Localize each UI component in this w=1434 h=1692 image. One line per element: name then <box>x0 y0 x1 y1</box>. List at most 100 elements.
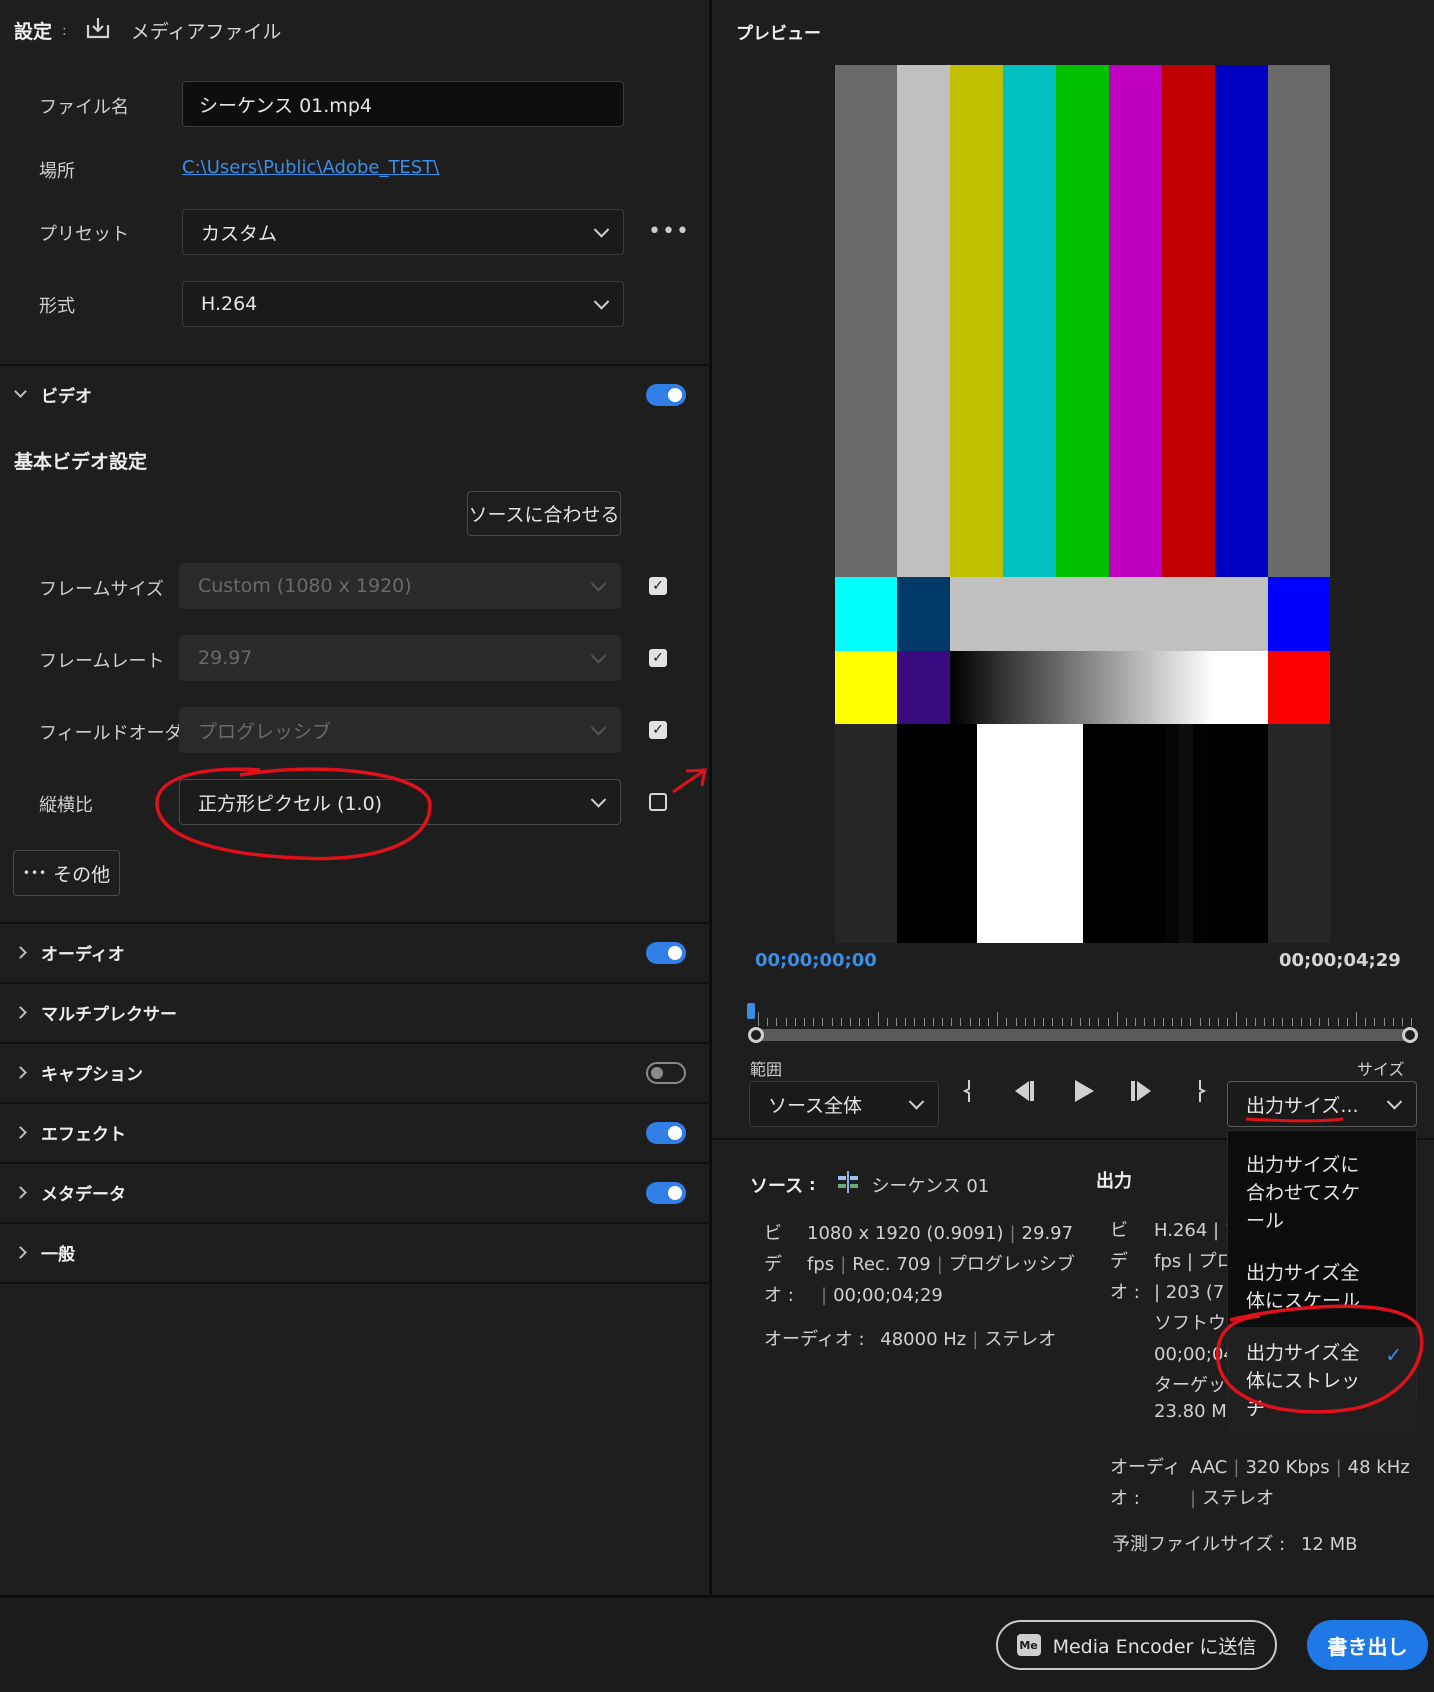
export-button[interactable]: 書き出し <box>1307 1620 1428 1670</box>
ruler-tick <box>1144 1018 1146 1026</box>
output-audio-label-1: オーディ <box>1110 1457 1181 1478</box>
frame-size-select[interactable]: Custom (1080 x 1920) <box>179 563 621 609</box>
format-select[interactable]: H.264 <box>182 281 624 327</box>
playhead[interactable] <box>747 1003 755 1019</box>
output-line-4: ソフトウェ <box>1154 1313 1236 1334</box>
chevron-down-icon <box>590 720 607 736</box>
ruler-tick <box>988 1018 989 1026</box>
section-video[interactable]: ビデオ <box>14 382 686 407</box>
set-in-icon[interactable] <box>960 1077 974 1110</box>
timeline-ruler[interactable] <box>750 1000 1420 1026</box>
filename-label: ファイル名 <box>39 97 129 118</box>
ruler-tick <box>1411 1018 1413 1026</box>
send-to-media-encoder-button[interactable]: Me Media Encoder に送信 <box>996 1620 1277 1670</box>
range-select[interactable]: ソース全体 <box>749 1081 939 1127</box>
separator: | <box>936 1254 943 1275</box>
aspect-label: 縦横比 <box>39 795 93 816</box>
play-icon[interactable] <box>1071 1077 1097 1110</box>
section-metadata[interactable]: メタデータ <box>14 1180 686 1205</box>
output-line-2: fps | プロ <box>1154 1251 1235 1272</box>
size-dropdown-menu: 出力サイズに合わせてスケール 出力サイズ全体にスケール 出力サイズ全体にストレッ… <box>1227 1130 1417 1435</box>
ruler-tick <box>804 1018 805 1026</box>
field-order-checkbox[interactable]: ✓ <box>649 721 667 739</box>
settings-panel: 設定 : メディアファイル ファイル名 シーケンス 01.mp4 場所 C:\U… <box>0 0 709 1595</box>
ruler-tick <box>785 1018 787 1026</box>
source-audio-rate: 48000 Hz <box>880 1329 967 1350</box>
in-handle[interactable] <box>748 1027 764 1043</box>
match-source-button[interactable]: ソースに合わせる <box>467 491 621 536</box>
frame-rate-value: 29.97 <box>198 647 253 669</box>
ruler-tick <box>813 1018 815 1026</box>
ruler-tick <box>1310 1018 1311 1026</box>
ruler-tick <box>1199 1018 1201 1026</box>
basic-video-heading: 基本ビデオ設定 <box>14 451 148 473</box>
ruler-tick <box>951 1018 953 1026</box>
frame-rate-select[interactable]: 29.97 <box>179 635 621 681</box>
location-link[interactable]: C:\Users\Public\Adobe_TEST\ <box>182 157 439 178</box>
ruler-tick <box>1282 1018 1284 1026</box>
size-select[interactable]: 出力サイズ... <box>1227 1081 1417 1127</box>
menu-item-scale-to-fill[interactable]: 出力サイズ全体にスケール <box>1228 1247 1416 1327</box>
section-metadata-label: メタデータ <box>41 1185 126 1205</box>
frame-size-checkbox[interactable]: ✓ <box>649 577 667 595</box>
ruler-tick <box>1264 1018 1265 1026</box>
chevron-right-icon <box>14 1246 27 1259</box>
ruler-tick <box>1236 1012 1238 1026</box>
out-handle[interactable] <box>1402 1027 1418 1043</box>
settings-title: 設定 <box>14 21 53 43</box>
divider <box>0 1102 709 1104</box>
chevron-right-icon <box>14 1126 27 1139</box>
aspect-checkbox[interactable] <box>649 793 667 811</box>
chevron-down-icon <box>908 1094 925 1110</box>
menu-item-stretch-to-fill[interactable]: 出力サイズ全体にストレッチ ✓ <box>1228 1327 1416 1435</box>
divider <box>0 982 709 984</box>
menu-item-stretch-label: 出力サイズ全体にストレッチ <box>1246 1342 1361 1420</box>
captions-toggle[interactable] <box>646 1061 686 1084</box>
step-forward-icon[interactable] <box>1128 1078 1156 1109</box>
ruler-tick <box>859 1018 861 1026</box>
ruler-tick <box>1116 1012 1118 1026</box>
source-framerate: 29.97 <box>1021 1223 1074 1244</box>
section-general[interactable]: 一般 <box>14 1240 686 1265</box>
section-multiplexer[interactable]: マルチプレクサー <box>14 1000 686 1025</box>
aspect-select[interactable]: 正方形ピクセル (1.0) <box>179 779 621 825</box>
destination-label[interactable]: メディアファイル <box>131 17 282 44</box>
more-options-icon[interactable]: ••• <box>648 221 690 243</box>
audio-toggle[interactable] <box>646 941 686 964</box>
frame-rate-label: フレームレート <box>39 651 165 672</box>
set-out-icon[interactable] <box>1195 1077 1209 1110</box>
chevron-right-icon <box>14 1006 27 1019</box>
ruler-tick <box>932 1018 934 1026</box>
range-bar[interactable] <box>755 1029 1410 1041</box>
ruler-tick <box>1291 1018 1293 1026</box>
ruler-tick <box>1208 1018 1210 1026</box>
section-effects[interactable]: エフェクト <box>14 1120 686 1145</box>
ruler-tick <box>1319 1018 1321 1026</box>
step-back-icon[interactable] <box>1009 1078 1037 1109</box>
ruler-tick <box>1190 1018 1192 1026</box>
section-captions[interactable]: キャプション <box>14 1060 686 1085</box>
menu-item-scale-to-fit[interactable]: 出力サイズに合わせてスケール <box>1228 1139 1416 1247</box>
ruler-tick <box>1273 1018 1275 1026</box>
effects-toggle[interactable] <box>646 1121 686 1144</box>
field-order-select[interactable]: プログレッシブ <box>179 707 621 753</box>
timecode-start: 00;00;00;00 <box>755 950 877 971</box>
filename-input[interactable]: シーケンス 01.mp4 <box>182 81 624 127</box>
ruler-tick <box>1374 1018 1376 1026</box>
preview-panel: プレビュー 00;00;00;00 00;00;04;29 範囲 ソース全体 サ… <box>712 0 1434 1595</box>
color-bars-image <box>835 65 1330 943</box>
frame-rate-checkbox[interactable]: ✓ <box>649 649 667 667</box>
range-value: ソース全体 <box>768 1094 863 1117</box>
filesize-value: 12 MB <box>1300 1534 1358 1555</box>
video-toggle[interactable] <box>646 383 686 406</box>
output-video-label-1: ビ <box>1110 1220 1128 1241</box>
ruler-tick <box>1098 1018 1100 1026</box>
settings-colon: : <box>62 22 67 39</box>
source-colon: : <box>809 1175 816 1194</box>
preset-select[interactable]: カスタム <box>182 209 624 255</box>
ruler-tick <box>1337 1018 1339 1026</box>
section-effects-label: エフェクト <box>41 1125 126 1145</box>
metadata-toggle[interactable] <box>646 1181 686 1204</box>
section-audio[interactable]: オーディオ <box>14 940 686 965</box>
more-settings-button[interactable]: ••• その他 <box>13 850 120 896</box>
